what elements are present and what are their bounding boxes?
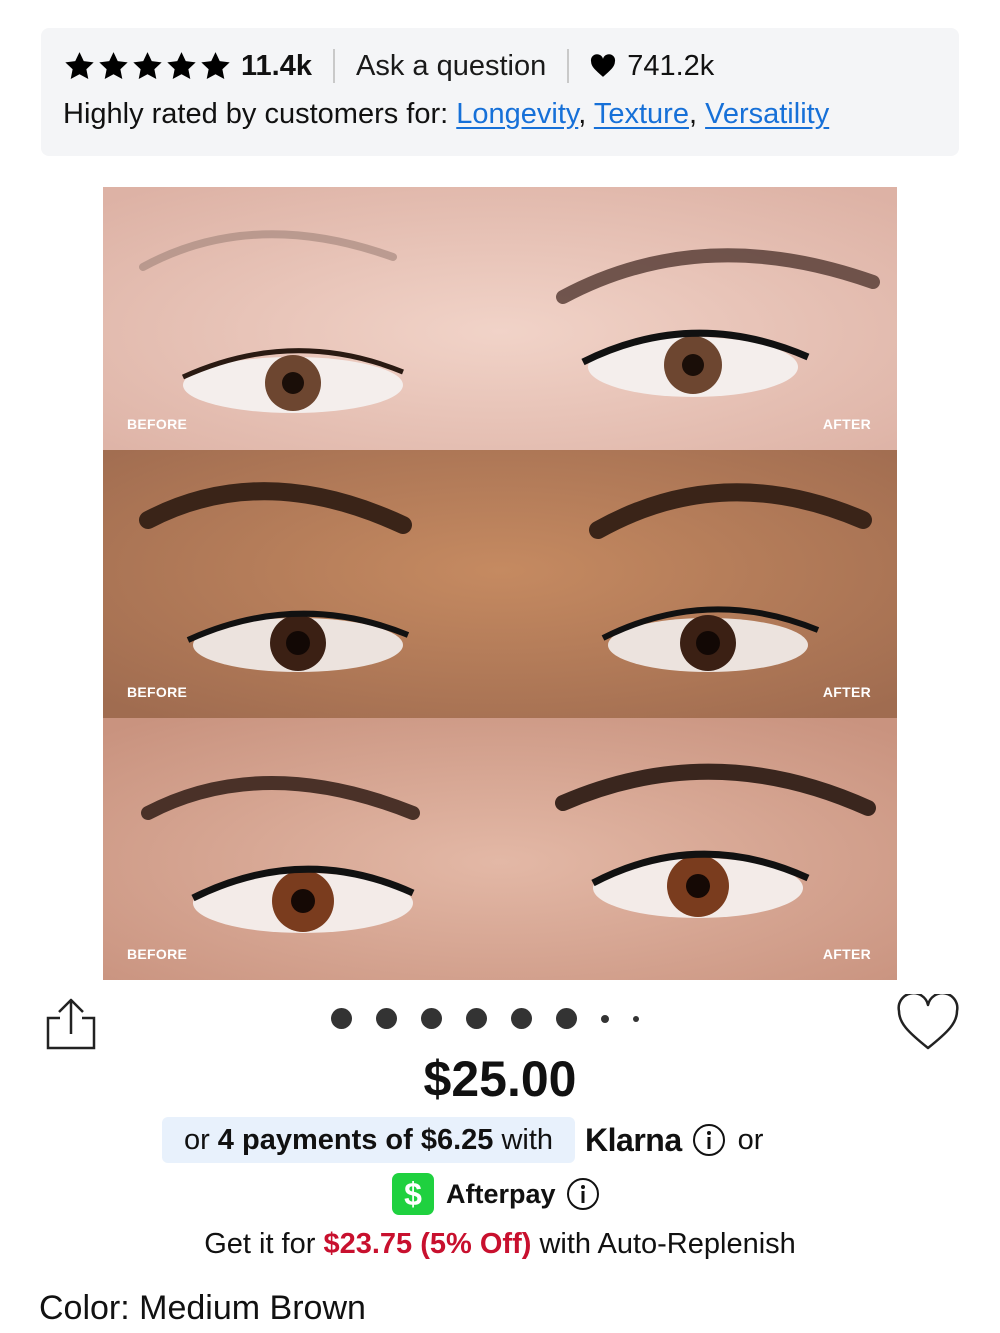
loves-count: 741.2k [627,49,715,82]
before-label: BEFORE [127,946,188,962]
info-icon[interactable] [566,1177,600,1211]
carousel-dot[interactable] [633,1015,639,1022]
carousel-dot[interactable] [331,1008,352,1029]
star-icon [133,51,162,79]
auto-replenish-line: Get it for $23.75 (5% Off) with Auto-Rep… [0,1228,1000,1261]
auto-sale-price: $23.75 (5% Off) [323,1228,532,1260]
attribute-link-texture[interactable]: Texture [594,98,689,130]
rating-row: 11.4k Ask a question 741.2k [63,46,714,86]
color-value: Medium Brown [139,1289,366,1327]
before-after-panel: BEFORE AFTER [103,718,897,980]
auto-prefix: Get it for [204,1228,316,1260]
klarna-row: or 4 payments of $6.25 with Klarna or [162,1117,763,1163]
info-icon[interactable] [692,1123,726,1157]
before-label: BEFORE [127,416,188,432]
carousel-dot[interactable] [421,1008,442,1029]
ask-question-link[interactable]: Ask a question [356,50,546,83]
afterpay-label: Afterpay [446,1178,556,1209]
selected-color: Color: Medium Brown [39,1289,366,1328]
after-label: AFTER [822,416,871,432]
attribute-link-versatility[interactable]: Versatility [705,98,829,130]
share-icon[interactable] [42,996,98,1052]
carousel-dot[interactable] [466,1008,487,1029]
carousel-dots[interactable] [331,1008,639,1029]
before-label: BEFORE [127,684,188,700]
before-after-panel: BEFORE AFTER [103,450,897,718]
auto-suffix: with Auto-Replenish [539,1228,796,1260]
klarna-installments-pill[interactable]: or 4 payments of $6.25 with [162,1117,576,1163]
carousel-dot[interactable] [601,1014,609,1023]
klarna-payments: 4 payments of $6.25 [217,1123,494,1156]
divider [567,49,570,83]
highly-rated-line: Highly rated by customers for: Longevity… [63,98,830,130]
review-count[interactable]: 11.4k [241,50,312,83]
product-hero-image[interactable]: BEFORE AFTER BEFORE AFTER BEFORE AFTER [103,187,897,980]
afterpay-row[interactable]: $ Afterpay [392,1173,600,1215]
carousel-dot[interactable] [376,1008,397,1029]
product-price: $25.00 [423,1051,577,1107]
star-rating[interactable] [63,50,232,83]
highly-rated-prefix: Highly rated by customers for: [63,98,449,130]
carousel-dot[interactable] [511,1008,532,1029]
carousel-dot[interactable] [556,1008,577,1029]
after-label: AFTER [822,684,871,700]
cash-app-icon: $ [392,1173,434,1215]
after-label: AFTER [822,946,871,962]
favorite-heart-icon[interactable] [896,994,960,1052]
rating-summary-card: 11.4k Ask a question 741.2k Highly rated… [41,28,959,156]
star-icon [167,51,196,79]
klarna-logo: Klarna [585,1121,682,1158]
or-text: or [737,1123,764,1156]
star-icon [99,51,128,79]
color-label: Color: [39,1289,130,1327]
eye-photo-medium [103,450,897,718]
star-icon [65,51,94,79]
klarna-suffix: with [501,1123,554,1156]
klarna-prefix: or [184,1123,210,1156]
heart-filled-icon [591,54,616,77]
star-icon [201,51,230,79]
before-after-panel: BEFORE AFTER [103,187,897,450]
eye-photo-light [103,187,897,450]
attribute-link-longevity[interactable]: Longevity [456,98,578,130]
eye-photo-warm [103,718,897,980]
divider [332,49,335,83]
